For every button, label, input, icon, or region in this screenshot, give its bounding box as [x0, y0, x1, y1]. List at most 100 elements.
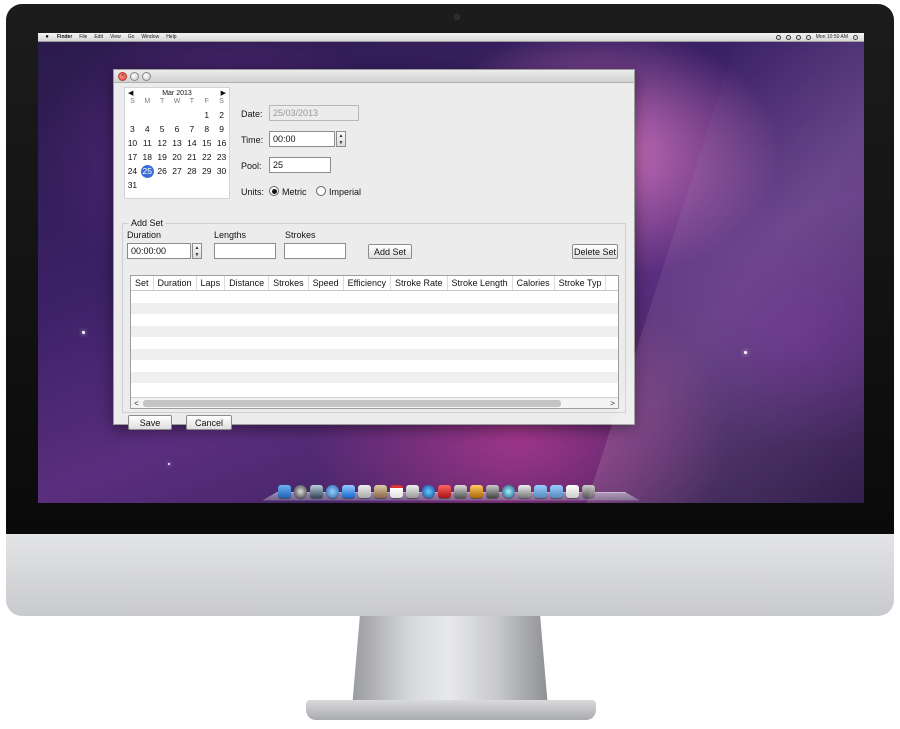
- bluetooth-icon[interactable]: [785, 34, 791, 40]
- close-window-button[interactable]: ×: [118, 71, 127, 81]
- horizontal-scrollbar[interactable]: < >: [131, 397, 618, 408]
- wifi-icon[interactable]: [795, 34, 801, 40]
- calendar-day[interactable]: 16: [214, 136, 229, 150]
- column-header-laps[interactable]: Laps: [197, 276, 226, 290]
- menu-go[interactable]: Go: [128, 34, 135, 40]
- volume-icon[interactable]: [805, 34, 811, 40]
- column-header-stroke-length[interactable]: Stroke Length: [448, 276, 513, 290]
- garageband-icon[interactable]: [470, 485, 483, 498]
- calendar-day[interactable]: 21: [184, 150, 199, 164]
- menu-edit[interactable]: Edit: [94, 34, 103, 40]
- trash-icon[interactable]: [582, 485, 595, 498]
- minimize-window-button[interactable]: [130, 71, 139, 81]
- table-row[interactable]: [131, 337, 618, 349]
- calendar-day[interactable]: 12: [155, 136, 170, 150]
- calendar-day[interactable]: 6: [170, 122, 185, 136]
- stepper-up-icon[interactable]: ▲: [339, 133, 344, 139]
- duration-stepper[interactable]: ▲ ▼: [192, 243, 202, 259]
- window-titlebar[interactable]: ×: [114, 70, 634, 83]
- calendar-day[interactable]: 4: [140, 122, 155, 136]
- mission-control-icon[interactable]: [310, 485, 323, 498]
- calendar-day[interactable]: 30: [214, 164, 229, 178]
- calendar-day[interactable]: 5: [155, 122, 170, 136]
- column-header-strokes[interactable]: Strokes: [269, 276, 309, 290]
- previous-month-icon[interactable]: ◀: [128, 89, 133, 97]
- menu-view[interactable]: View: [110, 34, 121, 40]
- strokes-field[interactable]: [284, 243, 346, 259]
- table-row[interactable]: [131, 360, 618, 372]
- mail-icon[interactable]: [358, 485, 371, 498]
- stepper-down-icon[interactable]: ▼: [195, 252, 200, 258]
- calendar-day[interactable]: 10: [125, 136, 140, 150]
- delete-set-button[interactable]: Delete Set: [572, 244, 618, 259]
- menu-finder[interactable]: Finder: [57, 34, 72, 40]
- safari-icon[interactable]: [326, 485, 339, 498]
- apple-menu-icon[interactable]: ●: [44, 34, 50, 40]
- calendar-day[interactable]: 8: [199, 122, 214, 136]
- metric-radio[interactable]: [269, 186, 279, 196]
- time-machine-dock-icon[interactable]: [502, 485, 515, 498]
- table-row[interactable]: [131, 325, 618, 337]
- spotlight-icon[interactable]: [853, 34, 858, 40]
- calendar-day[interactable]: 29: [199, 164, 214, 178]
- calendar-day[interactable]: 26: [155, 164, 170, 178]
- calendar-day[interactable]: 3: [125, 122, 140, 136]
- documents-folder-icon[interactable]: [550, 485, 563, 498]
- add-set-button[interactable]: Add Set: [368, 244, 412, 259]
- calendar-day[interactable]: 24: [125, 164, 140, 178]
- column-header-duration[interactable]: Duration: [154, 276, 197, 290]
- calendar-day[interactable]: 2: [214, 108, 229, 122]
- calendar-day[interactable]: 31: [125, 178, 140, 192]
- address-book-icon[interactable]: [374, 485, 387, 498]
- scrollbar-thumb[interactable]: [143, 400, 561, 407]
- preview-icon[interactable]: [406, 485, 419, 498]
- lengths-field[interactable]: [214, 243, 276, 259]
- calendar-day[interactable]: 11: [140, 136, 155, 150]
- stepper-up-icon[interactable]: ▲: [195, 245, 200, 251]
- calendar-day[interactable]: 20: [170, 150, 185, 164]
- time-stepper[interactable]: ▲ ▼: [336, 131, 346, 147]
- dashboard-icon[interactable]: [294, 485, 307, 498]
- menu-help[interactable]: Help: [166, 34, 176, 40]
- cancel-button[interactable]: Cancel: [186, 415, 232, 430]
- calendar-day[interactable]: 27: [170, 164, 185, 178]
- calendar-day[interactable]: 28: [184, 164, 199, 178]
- calendar-day[interactable]: 15: [199, 136, 214, 150]
- scroll-right-icon[interactable]: >: [607, 398, 618, 408]
- time-machine-icon[interactable]: [775, 34, 781, 40]
- iphoto-icon[interactable]: [454, 485, 467, 498]
- menu-file[interactable]: File: [79, 34, 87, 40]
- ical-icon[interactable]: [390, 485, 403, 498]
- column-header-speed[interactable]: Speed: [309, 276, 344, 290]
- column-header-distance[interactable]: Distance: [225, 276, 270, 290]
- calendar-day[interactable]: 1: [199, 108, 214, 122]
- duration-field[interactable]: 00:00:00: [127, 243, 191, 259]
- system-preferences-icon[interactable]: [518, 485, 531, 498]
- scroll-left-icon[interactable]: <: [131, 398, 142, 408]
- calendar-day[interactable]: 9: [214, 122, 229, 136]
- next-month-icon[interactable]: ▶: [221, 89, 226, 97]
- calendar-day[interactable]: 7: [184, 122, 199, 136]
- column-header-efficiency[interactable]: Efficiency: [344, 276, 391, 290]
- calendar-day[interactable]: 14: [184, 136, 199, 150]
- imovie-icon[interactable]: [486, 485, 499, 498]
- save-button[interactable]: Save: [128, 415, 172, 430]
- calendar-day[interactable]: 13: [170, 136, 185, 150]
- column-header-set[interactable]: Set: [131, 276, 154, 290]
- applications-folder-icon[interactable]: [534, 485, 547, 498]
- calendar-day[interactable]: 22: [199, 150, 214, 164]
- calendar-day-selected[interactable]: 25: [140, 164, 155, 178]
- table-row[interactable]: [131, 383, 618, 395]
- table-row[interactable]: [131, 291, 618, 303]
- menu-window[interactable]: Window: [141, 34, 159, 40]
- table-row[interactable]: [131, 371, 618, 383]
- ichat-icon[interactable]: [342, 485, 355, 498]
- pool-field[interactable]: 25: [269, 157, 331, 173]
- finder-icon[interactable]: [278, 485, 291, 498]
- time-field[interactable]: 00:00: [269, 131, 335, 147]
- table-row[interactable]: [131, 348, 618, 360]
- column-header-stroke-rate[interactable]: Stroke Rate: [391, 276, 448, 290]
- calendar-day[interactable]: 19: [155, 150, 170, 164]
- calendar-day[interactable]: 17: [125, 150, 140, 164]
- calendar-day[interactable]: 18: [140, 150, 155, 164]
